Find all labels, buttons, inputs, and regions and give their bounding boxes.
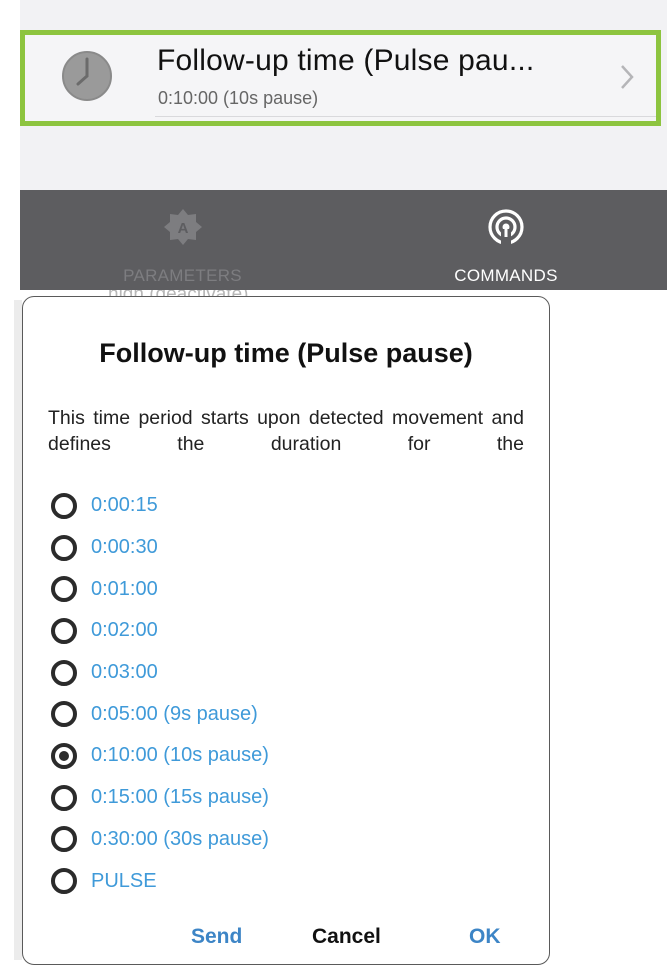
option-item[interactable]: 0:01:00 — [51, 568, 269, 610]
selection-dialog: Follow-up time (Pulse pause) This time p… — [22, 296, 550, 965]
svg-text:A: A — [177, 220, 188, 237]
cancel-button[interactable]: Cancel — [312, 925, 381, 949]
option-label: 0:10:00 (10s pause) — [91, 744, 269, 767]
option-item[interactable]: 0:00:15 — [51, 485, 269, 527]
radio-button[interactable] — [51, 534, 77, 561]
setting-title: Follow-up time (Pulse pau... — [157, 44, 535, 77]
radio-button[interactable] — [51, 826, 77, 853]
option-item[interactable]: 0:05:00 (9s pause) — [51, 693, 269, 735]
radio-button[interactable] — [51, 742, 77, 769]
dialog-message: This time period starts upon detected mo… — [48, 407, 524, 455]
broadcast-icon — [488, 209, 524, 245]
option-label: 0:30:00 (30s pause) — [91, 827, 269, 850]
option-label: 0:02:00 — [91, 619, 158, 642]
radio-button[interactable] — [51, 784, 77, 811]
tab-parameters[interactable]: A PARAMETERS — [20, 190, 345, 290]
dialog-actions: Send Cancel OK — [23, 919, 549, 964]
option-list: 0:00:15 0:00:30 0:01:00 0:02:00 0:03:00 … — [51, 485, 269, 902]
clock-icon — [62, 51, 112, 101]
tab-commands[interactable]: COMMANDS — [345, 190, 667, 290]
option-label: 0:05:00 (9s pause) — [91, 702, 258, 725]
tab-commands-label: COMMANDS — [454, 266, 558, 285]
radio-button[interactable] — [51, 868, 77, 895]
option-item[interactable]: 0:30:00 (30s pause) — [51, 819, 269, 861]
option-label: 0:00:30 — [91, 536, 158, 559]
parameters-badge-icon: A — [163, 209, 202, 245]
option-item[interactable]: 0:00:30 — [51, 527, 269, 569]
option-item[interactable]: 0:15:00 (15s pause) — [51, 777, 269, 819]
option-label: 0:00:15 — [91, 494, 158, 517]
tab-parameters-label: PARAMETERS — [123, 266, 242, 285]
background-fill — [551, 290, 667, 965]
option-label: PULSE — [91, 869, 157, 892]
option-label: 0:01:00 — [91, 577, 158, 600]
setting-value: 0:10:00 (10s pause) — [158, 88, 319, 108]
dialog-message-container: This time period starts upon detected mo… — [48, 405, 524, 457]
setting-row-follow-up-time[interactable]: Follow-up time (Pulse pau... 0:10:00 (10… — [20, 30, 661, 126]
ok-button[interactable]: OK — [469, 925, 501, 949]
radio-button[interactable] — [51, 576, 77, 603]
chevron-right-icon — [621, 65, 634, 89]
radio-button[interactable] — [51, 659, 77, 686]
radio-button[interactable] — [51, 617, 77, 644]
option-label: 0:03:00 — [91, 661, 158, 684]
row-divider — [155, 116, 656, 117]
option-label: 0:15:00 (15s pause) — [91, 786, 269, 809]
send-button[interactable]: Send — [191, 925, 242, 949]
option-item[interactable]: PULSE — [51, 860, 269, 902]
dialog-title: Follow-up time (Pulse pause) — [99, 338, 473, 368]
option-item[interactable]: 0:03:00 — [51, 652, 269, 694]
radio-button[interactable] — [51, 492, 77, 519]
background-edge — [14, 300, 22, 960]
option-item[interactable]: 0:02:00 — [51, 610, 269, 652]
option-item[interactable]: 0:10:00 (10s pause) — [51, 735, 269, 777]
tab-bar: A PARAMETERS COMMANDS — [20, 190, 667, 290]
radio-button[interactable] — [51, 701, 77, 728]
